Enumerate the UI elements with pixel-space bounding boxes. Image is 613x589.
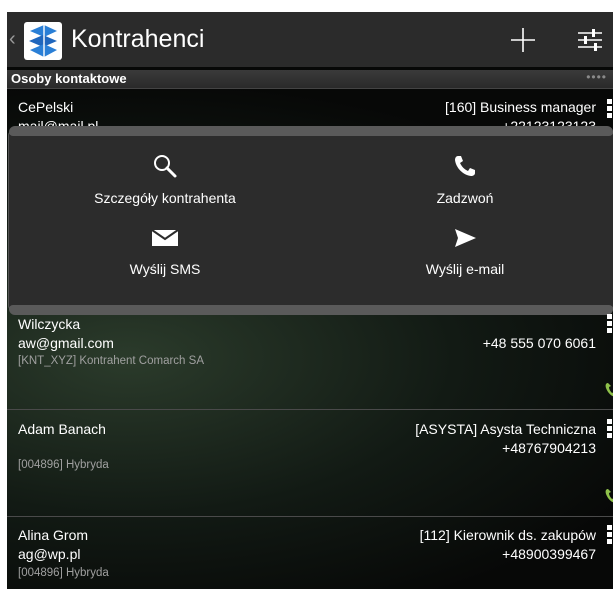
contact-code: [KNT_XYZ] Kontrahent Comarch SA xyxy=(18,355,204,367)
popup-top-bar xyxy=(9,128,613,136)
search-icon xyxy=(154,155,177,178)
contact-name: Adam Banach xyxy=(18,421,106,437)
section-title: Osoby kontaktowe xyxy=(11,71,127,86)
section-header: Osoby kontaktowe •••• xyxy=(7,70,613,89)
phone-icon xyxy=(455,156,475,176)
chevron-left-icon[interactable]: ‹ xyxy=(9,29,21,49)
plus-icon[interactable] xyxy=(507,26,539,54)
contact-email: ag@wp.pl xyxy=(18,546,81,562)
contact-row[interactable]: Wilczycka aw@gmail.com [KNT_XYZ] Kontrah… xyxy=(7,312,613,408)
kebab-menu-icon[interactable] xyxy=(607,99,613,119)
action-bar: ‹ Kontrahenci xyxy=(7,12,613,67)
contact-row[interactable]: CePelski mail@mail.pl [160] Business man… xyxy=(7,89,613,134)
contact-role: [ASYSTA] Asysta Techniczna xyxy=(415,421,596,437)
contact-row[interactable]: Adam Banach [004896] Hybryda [ASYSTA] As… xyxy=(7,410,613,515)
context-menu: Szczegóły kontrahenta Zadzwoń Wyślij SMS… xyxy=(9,128,613,313)
page-title: Kontrahenci xyxy=(71,25,205,53)
details-label: Szczegóły kontrahenta xyxy=(94,190,236,206)
contact-code: [004896] Hybryda xyxy=(18,567,109,579)
send-email-button[interactable]: Wyślij e-mail xyxy=(315,227,613,277)
contact-role: [112] Kierownik ds. zakupów xyxy=(419,527,596,543)
contact-email: aw@gmail.com xyxy=(18,335,114,351)
kebab-menu-icon[interactable] xyxy=(607,525,613,545)
sms-button[interactable]: Wyślij SMS xyxy=(15,227,315,277)
kebab-menu-icon[interactable] xyxy=(607,419,613,439)
comarch-logo-icon[interactable] xyxy=(24,22,62,60)
contact-code: [004896] Hybryda xyxy=(18,459,109,471)
send-icon xyxy=(455,229,476,247)
contact-name: Wilczycka xyxy=(18,316,81,332)
more-dots-icon[interactable]: •••• xyxy=(586,70,607,84)
contact-phone[interactable]: +48900399467 xyxy=(502,546,596,562)
sms-label: Wyślij SMS xyxy=(129,261,201,277)
contact-name: Alina Grom xyxy=(18,527,89,543)
kebab-menu-icon[interactable] xyxy=(607,314,613,334)
app-screen: ‹ Kontrahenci Osoby kontaktowe •••• CePe… xyxy=(7,12,613,589)
contact-role: [160] Business manager xyxy=(445,99,596,115)
call-icon[interactable] xyxy=(605,382,613,398)
call-button[interactable]: Zadzwoń xyxy=(315,153,613,206)
email-label: Wyślij e-mail xyxy=(425,261,505,277)
contact-row[interactable]: Alina Grom ag@wp.pl [004896] Hybryda [11… xyxy=(7,517,613,589)
envelope-icon xyxy=(151,229,179,246)
call-label: Zadzwoń xyxy=(436,190,494,206)
sliders-icon[interactable] xyxy=(574,26,606,54)
contact-phone[interactable]: +48 555 070 6061 xyxy=(483,335,596,351)
details-button[interactable]: Szczegóły kontrahenta xyxy=(15,153,315,206)
contact-phone[interactable]: +48767904213 xyxy=(502,440,596,456)
call-icon[interactable] xyxy=(605,488,613,504)
contact-name: CePelski xyxy=(18,99,74,115)
